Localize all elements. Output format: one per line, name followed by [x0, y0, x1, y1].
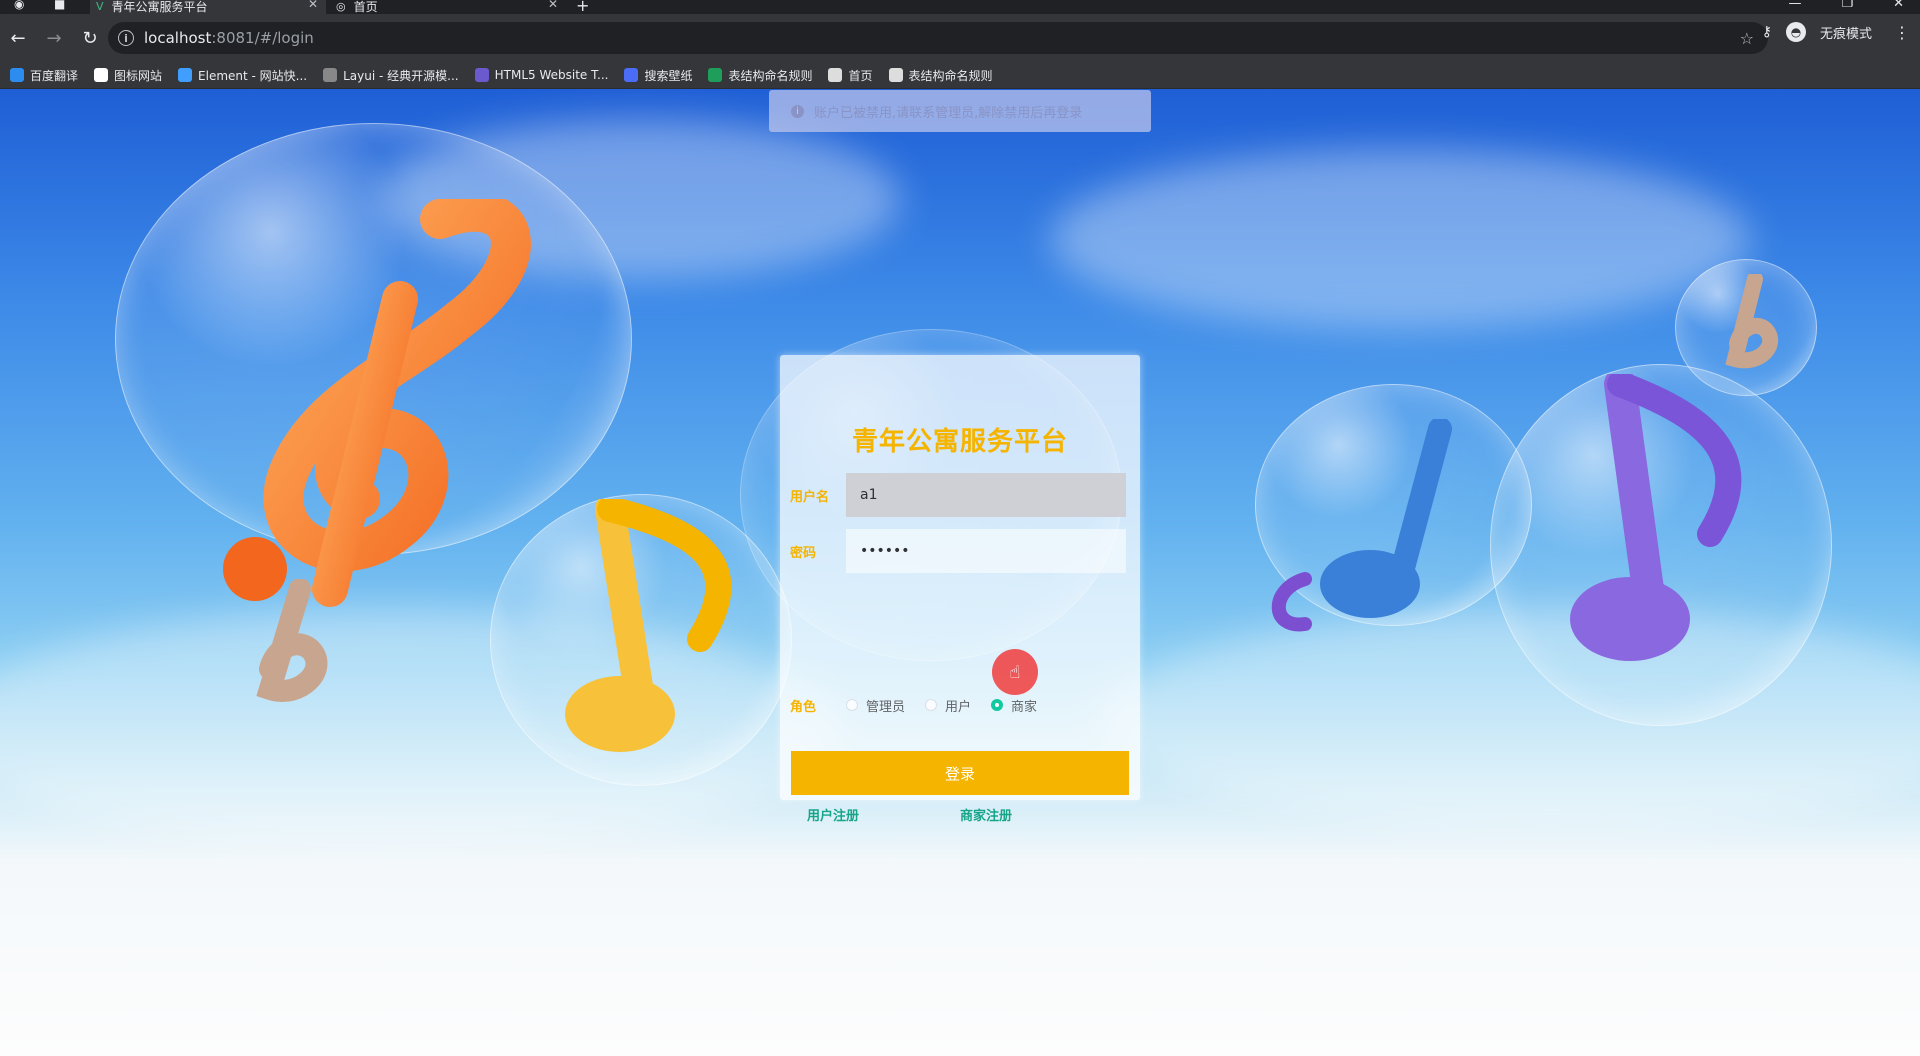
login-form: 青年公寓服务平台 用户名 密码 角色 管理员 用户 商家 登录 用户注册 商家注册: [780, 355, 1140, 824]
user-register-link[interactable]: 用户注册: [807, 805, 859, 824]
bookmark-item[interactable]: 表结构命名规则: [708, 67, 812, 84]
bookmark-item[interactable]: HTML5 Website T...: [474, 68, 609, 82]
role-radio[interactable]: 商家: [991, 696, 1037, 715]
mouse-cursor-highlight: ☝: [992, 649, 1038, 695]
site-info-icon[interactable]: i: [118, 30, 134, 46]
incognito-label[interactable]: 无痕模式: [1820, 23, 1872, 42]
wallpaper-icon: [624, 68, 639, 82]
tab-title: 首页: [353, 0, 378, 14]
new-tab-button[interactable]: +: [576, 0, 589, 14]
login-title: 青年公寓服务平台: [851, 427, 1068, 457]
quarter-note-icon: [1271, 419, 1452, 632]
bookmark-label: HTML5 Website T...: [494, 68, 609, 82]
more-menu-icon[interactable]: ⋮: [1894, 23, 1910, 42]
flat-symbol-icon: [256, 579, 328, 702]
password-label: 密码: [790, 545, 817, 561]
radio-circle[interactable]: [846, 699, 858, 711]
bookmark-label: 搜索壁纸: [644, 68, 693, 83]
password-input[interactable]: [846, 529, 1126, 573]
bookmark-star-icon[interactable]: ☆: [1740, 29, 1754, 48]
bookmark-label: 表结构命名规则: [728, 68, 813, 83]
role-group: 角色 管理员 用户 商家: [790, 695, 1057, 715]
bookmark-label: 表结构命名规则: [908, 68, 993, 83]
username-input[interactable]: [846, 473, 1126, 517]
role-radio[interactable]: 管理员: [846, 696, 905, 715]
username-row: 用户名: [790, 473, 1130, 517]
close-window-icon[interactable]: ✕: [1893, 0, 1904, 11]
address-bar[interactable]: i localhost:8081/#/login ☆: [108, 22, 1768, 54]
toast-message: 账户已被禁用,请联系管理员,解除禁用后再登录: [814, 105, 1083, 121]
url-host: localhost: [144, 29, 212, 47]
login-button[interactable]: 登录: [791, 751, 1129, 795]
restore-icon[interactable]: ❐: [1841, 0, 1853, 11]
role-radio[interactable]: 用户: [925, 696, 971, 715]
bookmark-item[interactable]: 首页: [828, 67, 873, 84]
back-icon[interactable]: ←: [2, 22, 34, 54]
incognito-icon[interactable]: ◓: [1785, 22, 1806, 42]
browser-tab-bar: ◉ ■ V 青年公寓服务平台 ✕ ◎ 首页 ✕ + — ❐ ✕: [0, 0, 1920, 14]
info-icon: i: [791, 104, 804, 118]
reload-icon[interactable]: ↻: [74, 22, 106, 54]
eighth-note-icon: [1570, 374, 1742, 661]
layui-icon: [323, 68, 338, 82]
flag-icon: [94, 68, 109, 82]
treble-clef-icon: [223, 199, 531, 607]
bookmarks-bar: 百度翻译 图标网站 Element - 网站快... Layui - 经典开源模...…: [0, 62, 1920, 89]
element-icon: [178, 68, 193, 82]
bookmark-label: Layui - 经典开源模...: [343, 68, 459, 83]
key-icon[interactable]: ⚷: [1762, 24, 1772, 40]
tab-title: 青年公寓服务平台: [111, 0, 208, 14]
eighth-note-icon: [565, 499, 732, 752]
browser-menu-icon[interactable]: ◉: [14, 0, 24, 11]
role-option-label: 管理员: [866, 699, 906, 715]
background-cloud: [1050, 149, 1750, 329]
bookmark-item[interactable]: Layui - 经典开源模...: [323, 67, 459, 84]
browser-toolbar: ← → ↻ i localhost:8081/#/login ☆ ⚷ ◓ 无痕模…: [0, 14, 1920, 62]
role-option-label: 商家: [1011, 699, 1038, 715]
hand-pointer-icon: ☝: [1009, 661, 1021, 683]
tab-search-icon[interactable]: ■: [54, 0, 65, 11]
password-row: 密码: [790, 529, 1130, 573]
tab-home[interactable]: ◎ 首页 ✕: [330, 0, 566, 14]
role-label: 角色: [790, 699, 817, 715]
url-path: :8081/#/login: [211, 29, 314, 47]
minimize-icon[interactable]: —: [1788, 0, 1801, 11]
sheet-icon: [708, 68, 723, 82]
username-label: 用户名: [790, 489, 830, 505]
bookmark-label: 首页: [848, 68, 873, 83]
bookmark-item[interactable]: 图标网站: [94, 67, 162, 84]
forward-icon[interactable]: →: [38, 22, 70, 54]
translate-icon: [10, 68, 24, 82]
bookmark-label: 百度翻译: [30, 68, 79, 83]
bookmark-item[interactable]: 表结构命名规则: [888, 67, 993, 84]
radio-circle[interactable]: [925, 699, 938, 711]
error-toast: i 账户已被禁用,请联系管理员,解除禁用后再登录: [769, 90, 1151, 132]
globe-icon: ◎: [336, 0, 346, 13]
bookmark-label: 图标网站: [114, 68, 163, 83]
close-tab-icon[interactable]: ✕: [308, 0, 318, 10]
bookmark-item[interactable]: 百度翻译: [10, 67, 78, 84]
close-tab-icon[interactable]: ✕: [548, 0, 558, 10]
login-page: i 账户已被禁用,请联系管理员,解除禁用后再登录 青年公寓服务平台 用户名 密码…: [0, 89, 1920, 1056]
merchant-register-link[interactable]: 商家注册: [960, 805, 1012, 824]
globe-icon: [828, 68, 843, 82]
role-option-label: 用户: [945, 699, 972, 715]
globe-icon: [888, 68, 903, 82]
tab-login[interactable]: V 青年公寓服务平台 ✕: [90, 0, 326, 14]
bookmark-item[interactable]: 搜索壁纸: [624, 67, 692, 84]
bookmark-item[interactable]: Element - 网站快...: [178, 67, 307, 84]
radio-circle[interactable]: [991, 699, 1004, 711]
html5-icon: [474, 68, 489, 82]
bookmark-label: Element - 网站快...: [198, 68, 308, 83]
flat-symbol-icon: [1725, 274, 1779, 369]
vue-icon: V: [96, 0, 104, 13]
